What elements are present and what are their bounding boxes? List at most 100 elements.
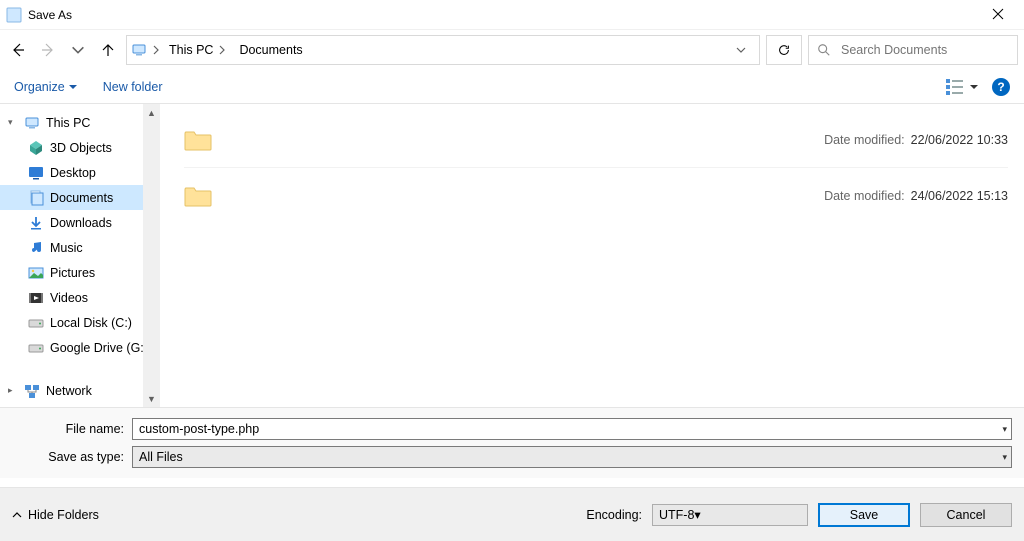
organize-label: Organize (14, 80, 65, 94)
chevron-down-icon (736, 45, 746, 55)
chevron-right-icon (151, 45, 161, 55)
tree-label: Desktop (50, 166, 96, 180)
new-folder-button[interactable]: New folder (103, 80, 163, 94)
list-item[interactable]: Date modified: 24/06/2022 15:13 (184, 168, 1008, 224)
breadcrumb-item[interactable]: Documents (235, 41, 306, 59)
tree-label: Pictures (50, 266, 95, 280)
tree-item-google-drive[interactable]: Google Drive (G: (0, 335, 160, 360)
tree-item-downloads[interactable]: Downloads (0, 210, 160, 235)
filename-combo[interactable]: custom-post-type.php ▾ (132, 418, 1012, 440)
pictures-icon (28, 265, 44, 281)
3d-objects-icon (28, 140, 44, 156)
scroll-up-icon[interactable]: ▲ (143, 104, 160, 121)
chevron-down-icon (70, 42, 86, 58)
up-button[interactable] (96, 38, 120, 62)
view-icon (944, 76, 966, 98)
address-history-button[interactable] (727, 36, 755, 64)
pc-icon (131, 42, 147, 58)
navigation-bar: This PC Documents (0, 30, 1024, 70)
folder-icon (184, 129, 212, 151)
save-button[interactable]: Save (818, 503, 910, 527)
close-icon (992, 8, 1004, 20)
chevron-right-icon (217, 45, 227, 55)
forward-button[interactable] (36, 38, 60, 62)
tree-item-desktop[interactable]: Desktop (0, 160, 160, 185)
breadcrumb-item[interactable]: This PC (165, 41, 231, 59)
tree-item-documents[interactable]: Documents (0, 185, 160, 210)
back-button[interactable] (6, 38, 30, 62)
search-box[interactable] (808, 35, 1018, 65)
address-bar[interactable]: This PC Documents (126, 35, 760, 65)
hide-folders-button[interactable]: Hide Folders (12, 508, 99, 522)
network-icon (24, 383, 40, 399)
app-icon (6, 7, 22, 23)
tree-label: Videos (50, 291, 88, 305)
close-button[interactable] (978, 7, 1018, 23)
view-options-button[interactable] (944, 76, 978, 98)
folder-icon (184, 185, 212, 207)
search-icon (817, 43, 831, 57)
arrow-right-icon (40, 42, 56, 58)
tree-label: This PC (46, 116, 90, 130)
encoding-combo[interactable]: UTF-8 ▾ (652, 504, 808, 526)
chevron-down-icon[interactable]: ▾ (1002, 452, 1007, 463)
scroll-down-icon[interactable]: ▼ (143, 390, 160, 407)
chevron-down-icon[interactable]: ▾ (694, 507, 700, 522)
save-label: Save (850, 508, 879, 522)
expand-icon[interactable]: ▾ (8, 117, 18, 128)
recent-locations-button[interactable] (66, 38, 90, 62)
savetype-label: Save as type: (12, 450, 132, 464)
tree-label: Music (50, 241, 83, 255)
videos-icon (28, 290, 44, 306)
pc-icon (24, 115, 40, 131)
breadcrumb-label: Documents (239, 43, 302, 57)
tree-item-local-disk[interactable]: Local Disk (C:) (0, 310, 160, 335)
tree-scrollbar[interactable]: ▲ ▼ (143, 104, 160, 407)
chevron-down-icon[interactable]: ▾ (1002, 424, 1007, 435)
tree-item-network[interactable]: ▸ Network (0, 378, 160, 403)
expand-icon[interactable]: ▸ (8, 385, 18, 396)
filename-value: custom-post-type.php (139, 422, 259, 436)
list-item[interactable]: Date modified: 22/06/2022 10:33 (184, 112, 1008, 168)
desktop-icon (28, 165, 44, 181)
downloads-icon (28, 215, 44, 231)
caret-down-icon (970, 83, 978, 91)
footer-bar: Hide Folders Encoding: UTF-8 ▾ Save Canc… (0, 487, 1024, 541)
encoding-label: Encoding: (586, 508, 642, 522)
savetype-value: All Files (139, 450, 183, 464)
date-modified-label: Date modified: (824, 133, 905, 147)
tree-item-pictures[interactable]: Pictures (0, 260, 160, 285)
hide-folders-label: Hide Folders (28, 508, 99, 522)
refresh-button[interactable] (766, 35, 802, 65)
caret-down-icon (69, 83, 77, 91)
organize-menu[interactable]: Organize (14, 80, 77, 94)
documents-icon (28, 190, 44, 206)
cancel-label: Cancel (947, 508, 986, 522)
drive-icon (28, 340, 44, 356)
music-icon (28, 240, 44, 256)
arrow-up-icon (100, 42, 116, 58)
file-list: Date modified: 22/06/2022 10:33 Date mod… (160, 104, 1024, 407)
date-modified-value: 24/06/2022 15:13 (911, 189, 1008, 203)
tree-label: Google Drive (G: (50, 341, 144, 355)
tree-item-this-pc[interactable]: ▾ This PC (0, 110, 160, 135)
new-folder-label: New folder (103, 80, 163, 94)
breadcrumb-label: This PC (169, 43, 213, 57)
tree-item-music[interactable]: Music (0, 235, 160, 260)
help-button[interactable]: ? (992, 78, 1010, 96)
savetype-combo[interactable]: All Files ▾ (132, 446, 1012, 468)
toolbar: Organize New folder ? (0, 70, 1024, 104)
encoding-value: UTF-8 (659, 508, 694, 522)
cancel-button[interactable]: Cancel (920, 503, 1012, 527)
search-input[interactable] (839, 42, 1009, 58)
tree-label: Documents (50, 191, 113, 205)
date-modified-value: 22/06/2022 10:33 (911, 133, 1008, 147)
title-bar: Save As (0, 0, 1024, 30)
tree-item-videos[interactable]: Videos (0, 285, 160, 310)
tree-label: Network (46, 384, 92, 398)
content-area: ▾ This PC 3D Objects Desktop Documents D… (0, 104, 1024, 408)
arrow-left-icon (10, 42, 26, 58)
tree-label: Downloads (50, 216, 112, 230)
navigation-tree: ▾ This PC 3D Objects Desktop Documents D… (0, 104, 160, 407)
tree-item-3d-objects[interactable]: 3D Objects (0, 135, 160, 160)
